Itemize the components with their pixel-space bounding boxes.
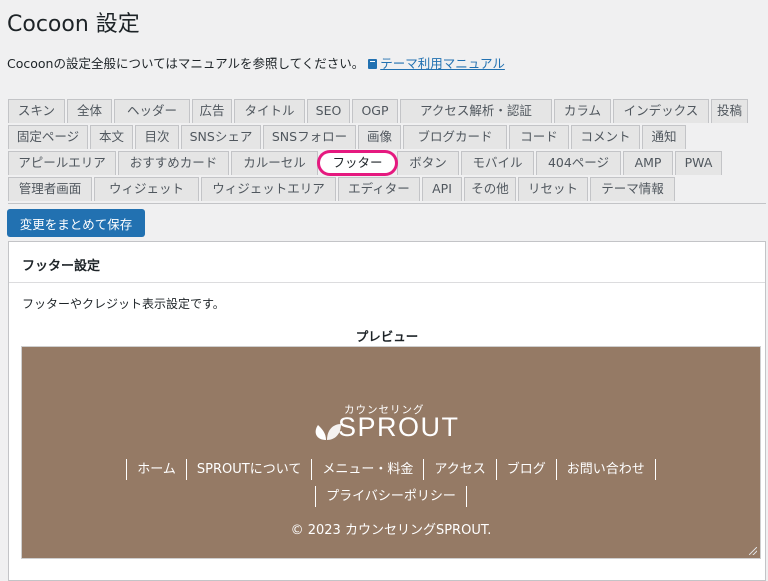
tab-3-4[interactable]: API	[422, 177, 462, 201]
preview-label: プレビュー	[355, 329, 419, 344]
tab-1-9[interactable]: 通知	[642, 125, 686, 149]
tab-1-8[interactable]: コメント	[571, 125, 640, 149]
footer-nav-item[interactable]: SPROUTについて	[185, 459, 311, 480]
panel-divider	[9, 282, 765, 283]
tab-3-3[interactable]: エディター	[338, 177, 420, 201]
tab-1-5[interactable]: 画像	[358, 125, 401, 149]
footer-settings-panel: フッター設定 フッターやクレジット表示設定です。 プレビュー カウンセリング S…	[8, 241, 766, 581]
tab-0-4[interactable]: タイトル	[234, 99, 305, 123]
settings-tabs: スキン 全体 ヘッダー 広告 タイトル SEO OGP アクセス解析・認証 カラム インデックス投…	[8, 98, 766, 202]
manual-link[interactable]: テーマ利用マニュアル	[380, 56, 505, 71]
tab-0-8[interactable]: カラム	[554, 99, 611, 123]
tab-3-5[interactable]: その他	[464, 177, 516, 201]
tab-2-1[interactable]: おすすめカード	[118, 151, 229, 175]
tab-3-2[interactable]: ウィジェットエリア	[201, 177, 336, 201]
tab-0-7[interactable]: アクセス解析・認証	[400, 99, 552, 123]
tab-row: 管理者画面 ウィジェット ウィジェットエリア エディター API その他 リセット テーマ情報	[8, 176, 766, 202]
tab-3-0[interactable]: 管理者画面	[8, 177, 92, 201]
tab-1-3[interactable]: SNSシェア	[181, 125, 261, 149]
brand-name: SPROUT	[338, 412, 460, 442]
tab-row: スキン 全体 ヘッダー 広告 タイトル SEO OGP アクセス解析・認証 カラム インデックス投…	[8, 98, 766, 124]
tabs-divider	[8, 203, 766, 204]
tab-row: アピールエリア おすすめカード カルーセル フッター ボタン モバイル 404ページ AMP P…	[8, 150, 766, 176]
tab-0-1[interactable]: 全体	[67, 99, 112, 123]
intro-description: Cocoonの設定全般についてはマニュアルを参照してください。	[7, 56, 365, 71]
intro-text: Cocoonの設定全般についてはマニュアルを参照してください。 テーマ利用マニュア…	[7, 53, 505, 72]
tab-3-1[interactable]: ウィジェット	[94, 177, 199, 201]
tab-2-4[interactable]: ボタン	[397, 151, 459, 175]
tab-0-9[interactable]: インデックス	[613, 99, 709, 123]
footer-nav-row: プライバシーポリシー	[22, 483, 760, 510]
tab-2-8[interactable]: PWA	[675, 151, 722, 175]
tab-0-2[interactable]: ヘッダー	[114, 99, 190, 123]
brand-logo: カウンセリング SPROUT	[312, 399, 472, 449]
tab-1-0[interactable]: 固定ページ	[8, 125, 88, 149]
panel-description: フッターやクレジット表示設定です。	[22, 297, 225, 311]
tab-1-2[interactable]: 目次	[135, 125, 179, 149]
footer-nav-item[interactable]: プライバシーポリシー	[315, 486, 467, 507]
resize-handle-icon[interactable]	[749, 547, 757, 555]
footer-nav-item[interactable]: アクセス	[423, 459, 495, 480]
footer-preview: カウンセリング SPROUT ホーム SPROUTについて メニュー・料金 アクセスブ…	[21, 346, 761, 559]
copyright-text: © 2023 カウンセリングSPROUT.	[290, 523, 492, 538]
tab-2-6[interactable]: 404ページ	[536, 151, 621, 175]
tab-2-2[interactable]: カルーセル	[231, 151, 318, 175]
footer-nav-item[interactable]: ブログ	[495, 459, 556, 480]
tab-0-0[interactable]: スキン	[8, 99, 65, 123]
tab-2-5[interactable]: モバイル	[461, 151, 534, 175]
tab-2-0[interactable]: アピールエリア	[8, 151, 116, 175]
save-all-button[interactable]: 変更をまとめて保存	[7, 209, 145, 237]
tab-3-6[interactable]: リセット	[518, 177, 588, 201]
book-icon	[368, 59, 378, 69]
tab-1-6[interactable]: ブログカード	[403, 125, 507, 149]
tab-3-7[interactable]: テーマ情報	[590, 177, 675, 201]
tab-2-7[interactable]: AMP	[623, 151, 673, 175]
tab-1-1[interactable]: 本文	[90, 125, 133, 149]
tab-0-6[interactable]: OGP	[352, 99, 398, 123]
footer-nav-item[interactable]: ホーム	[126, 459, 186, 480]
tab-0-3[interactable]: 広告	[192, 99, 232, 123]
footer-nav: ホーム SPROUTについて メニュー・料金 アクセス ブログ お問い合わせプライバシーポ…	[22, 456, 760, 510]
tab-1-4[interactable]: SNSフォロー	[263, 125, 356, 149]
panel-title: フッター設定	[22, 259, 101, 274]
tab-0-5[interactable]: SEO	[307, 99, 350, 123]
tab-2-3[interactable]: フッター	[320, 153, 395, 173]
footer-nav-row: ホーム SPROUTについて メニュー・料金 アクセス ブログ お問い合わせ	[22, 456, 760, 483]
page-title: Cocoon 設定	[7, 12, 140, 37]
tab-row: 固定ページ 本文 目次 SNSシェア SNSフォロー 画像 ブログカード コード コメント 通知	[8, 124, 766, 150]
tab-1-7[interactable]: コード	[509, 125, 569, 149]
footer-nav-item[interactable]: メニュー・料金	[311, 459, 423, 480]
tab-0-10[interactable]: 投稿	[711, 99, 748, 123]
footer-nav-item[interactable]: お問い合わせ	[555, 459, 656, 480]
